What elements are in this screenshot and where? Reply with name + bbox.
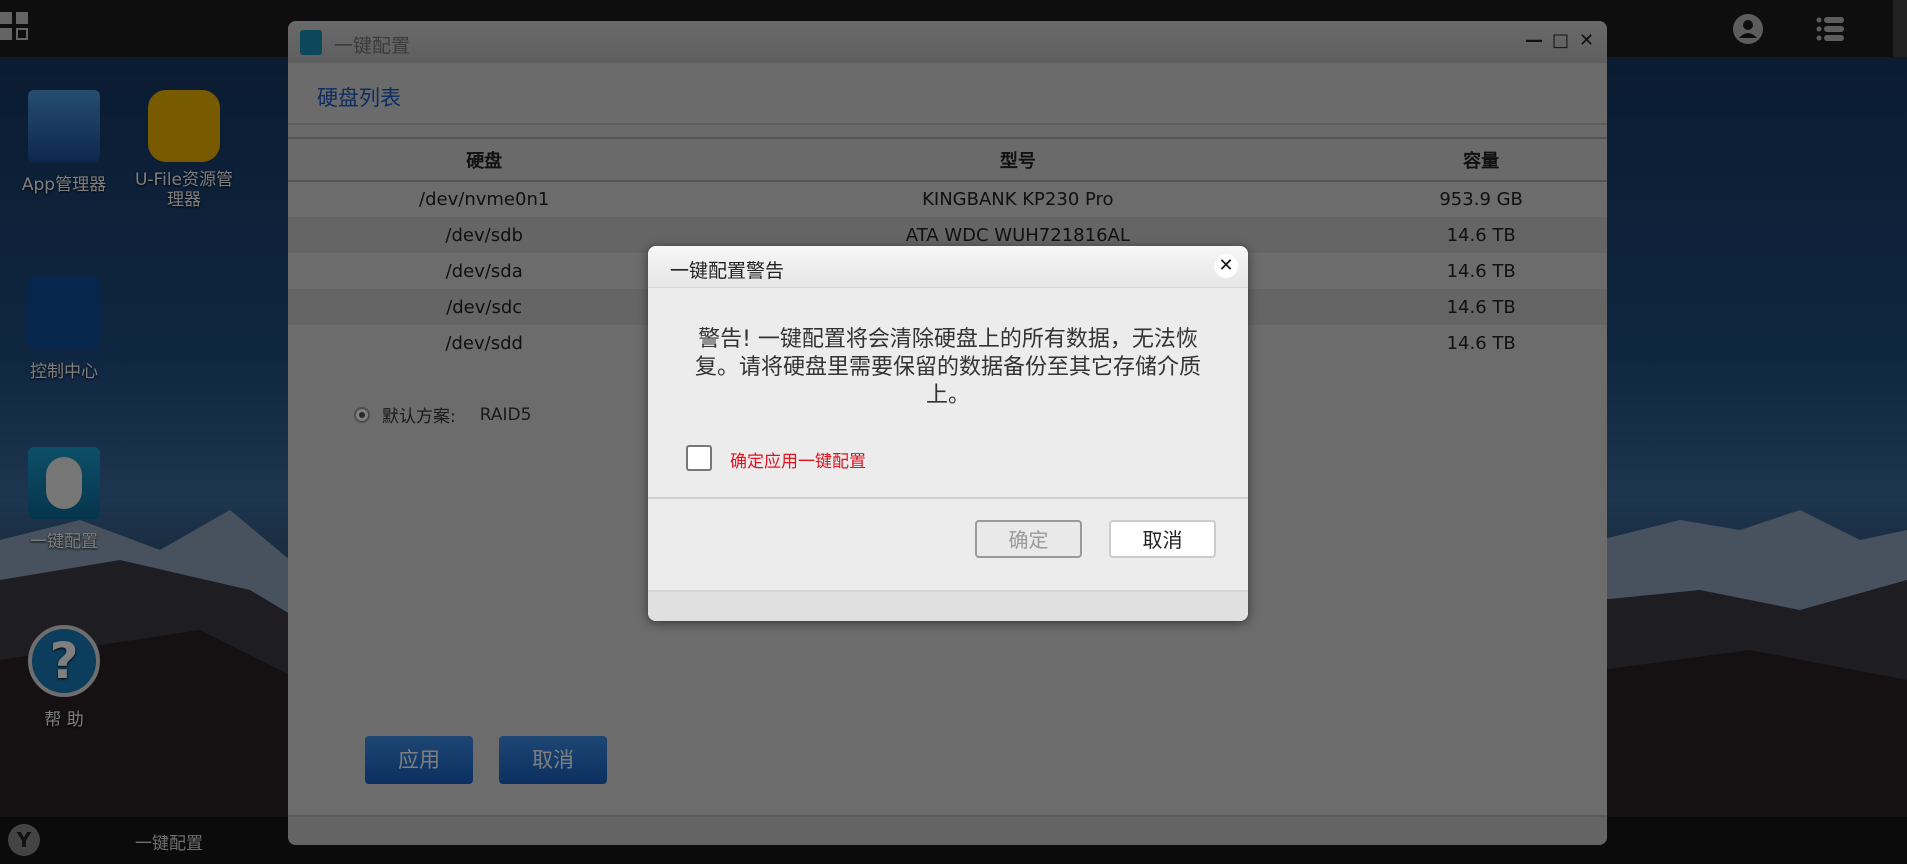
confirm-checkbox[interactable] (686, 445, 712, 471)
close-icon[interactable]: ✕ (1214, 254, 1238, 278)
dialog-title: 一键配置警告 (670, 260, 785, 282)
divider (648, 497, 1248, 499)
ok-button[interactable]: 确定 (975, 520, 1082, 558)
dialog-header[interactable]: 一键配置警告 ✕ (648, 246, 1248, 288)
warning-dialog: 一键配置警告 ✕ 警告! 一键配置将会清除硬盘上的所有数据，无法恢复。请将硬盘里… (648, 246, 1248, 621)
dialog-cancel-button[interactable]: 取消 (1109, 520, 1216, 558)
confirm-checkbox-label[interactable]: 确定应用一键配置 (730, 447, 866, 472)
dialog-footer (648, 590, 1248, 621)
warning-message: 警告! 一键配置将会清除硬盘上的所有数据，无法恢复。请将硬盘里需要保留的数据备份… (694, 327, 1201, 408)
